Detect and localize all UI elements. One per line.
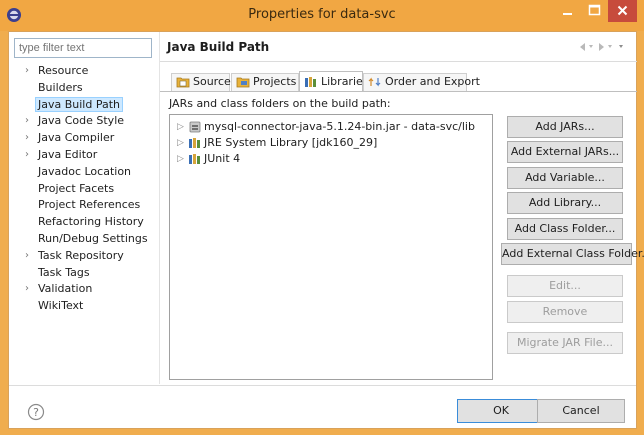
close-button[interactable] (608, 0, 637, 22)
remove-button[interactable]: Remove (507, 301, 623, 323)
properties-dialog: Properties for data-svc ›Resource Builde… (0, 0, 644, 435)
tree-item-label: Builders (38, 80, 83, 94)
library-label: mysql-connector-java-5.1.24-bin.jar - da… (204, 120, 475, 133)
project-icon (236, 77, 250, 88)
chevron-right-icon[interactable]: › (25, 147, 35, 164)
help-icon[interactable]: ? (27, 403, 45, 421)
property-page-tree: › Resource Builders Java Build Path › Java… (13, 63, 158, 315)
add-class-folder-button[interactable]: Add Class Folder... (507, 218, 623, 240)
tab-label: Projects (253, 75, 297, 88)
close-icon (617, 5, 628, 16)
tree-item-label: Java Build Path (35, 96, 124, 112)
add-library-button[interactable]: Add Library... (507, 192, 623, 214)
chevron-right-icon[interactable]: › (25, 63, 35, 80)
tree-item-label: Resource (38, 64, 89, 77)
library-icon (189, 138, 200, 148)
tree-item-resource[interactable]: › Resource (13, 63, 158, 80)
tab-label: Source (193, 75, 231, 88)
edit-button[interactable]: Edit... (507, 275, 623, 297)
tree-item-label: Javadoc Location (38, 164, 132, 178)
tree-item-label: Java Code Style (38, 114, 125, 128)
migrate-jar-file-button[interactable]: Migrate JAR File... (507, 332, 623, 354)
tab-label: Libraries (321, 75, 369, 88)
chevron-right-icon[interactable]: › (25, 113, 35, 130)
libraries-tree[interactable]: ▷ mysql-connector-java-5.1.24-bin.jar - … (169, 114, 493, 380)
tree-item-javadoc-location[interactable]: Javadoc Location (13, 164, 158, 181)
tree-item-project-facets[interactable]: Project Facets (13, 181, 158, 198)
library-icon (305, 77, 316, 87)
tree-item-project-references[interactable]: Project References (13, 197, 158, 214)
tree-item-label: Java Editor (38, 147, 98, 161)
tree-item-refactoring-history[interactable]: Refactoring History (13, 214, 158, 231)
chevron-right-icon[interactable]: › (25, 248, 35, 265)
ok-button[interactable]: OK (457, 399, 545, 423)
cancel-button[interactable]: Cancel (537, 399, 625, 423)
maximize-icon (588, 4, 601, 16)
tree-item-label: WikiText (38, 299, 84, 313)
footer-divider (9, 385, 636, 386)
dialog-client-area: ›Resource Builders Java Build Path ›Java… (8, 31, 644, 429)
tree-item-task-tags[interactable]: Task Tags (13, 265, 158, 282)
add-external-class-folder-button[interactable]: Add External Class Folder... (501, 243, 644, 265)
minimize-button[interactable] (554, 0, 581, 22)
jar-icon (189, 121, 201, 133)
tree-item-wikitext[interactable]: WikiText (13, 298, 158, 315)
tree-item-validation[interactable]: › Validation (13, 281, 158, 298)
filter-input[interactable] (14, 38, 152, 58)
tab-libraries[interactable]: Libraries (299, 71, 369, 92)
expand-arrow-icon[interactable]: ▷ (177, 135, 184, 151)
tab-order-and-export[interactable]: Order and Export (363, 73, 480, 91)
tree-item-label: Refactoring History (38, 215, 144, 229)
svg-text:?: ? (33, 406, 39, 419)
tree-item-java-compiler[interactable]: › Java Compiler (13, 130, 158, 147)
tab-source[interactable]: Source (171, 73, 231, 91)
order-export-icon (368, 77, 381, 87)
tree-item-label: Project References (38, 198, 141, 212)
tree-item-label: Task Tags (38, 265, 90, 279)
tree-item-label: Task Repository (38, 248, 124, 262)
expand-arrow-icon[interactable]: ▷ (177, 151, 184, 167)
add-jars-button[interactable]: Add JARs... (507, 116, 623, 138)
tree-item-label: Validation (38, 282, 93, 296)
tree-item-java-build-path[interactable]: Java Build Path (13, 96, 158, 114)
source-folder-icon (176, 77, 190, 88)
maximize-button[interactable] (581, 0, 608, 22)
tab-projects[interactable]: Projects (231, 73, 299, 91)
tree-item-java-editor[interactable]: › Java Editor (13, 147, 158, 164)
library-label: JRE System Library [jdk160_29] (204, 136, 378, 149)
tree-item-java-code-style[interactable]: › Java Code Style (13, 113, 158, 130)
libraries-tab-content: JARs and class folders on the build path… (160, 91, 644, 384)
tree-item-task-repository[interactable]: › Task Repository (13, 248, 158, 265)
chevron-right-icon[interactable]: › (25, 281, 35, 298)
history-nav-icon[interactable] (577, 41, 633, 53)
libraries-caption: JARs and class folders on the build path… (169, 97, 391, 110)
add-variable-button[interactable]: Add Variable... (507, 167, 623, 189)
page-title: Java Build Path (167, 40, 270, 54)
title-bar[interactable]: Properties for data-svc (0, 0, 644, 31)
library-label: JUnit 4 (204, 152, 241, 165)
chevron-right-icon[interactable]: › (25, 130, 35, 147)
library-icon (189, 154, 200, 164)
tab-label: Order and Export (385, 75, 480, 88)
expand-arrow-icon[interactable]: ▷ (177, 119, 184, 135)
tree-item-label: Project Facets (38, 181, 115, 195)
page-header: Java Build Path (160, 32, 637, 62)
window-title: Properties for data-svc (248, 7, 396, 22)
add-external-jars-button[interactable]: Add External JARs... (507, 141, 623, 163)
minimize-icon (563, 13, 572, 15)
tree-item-builders[interactable]: Builders (13, 80, 158, 97)
tree-item-run-debug-settings[interactable]: Run/Debug Settings (13, 231, 158, 248)
tree-item-label: Java Compiler (38, 131, 115, 145)
tree-item-label: Run/Debug Settings (38, 231, 148, 245)
